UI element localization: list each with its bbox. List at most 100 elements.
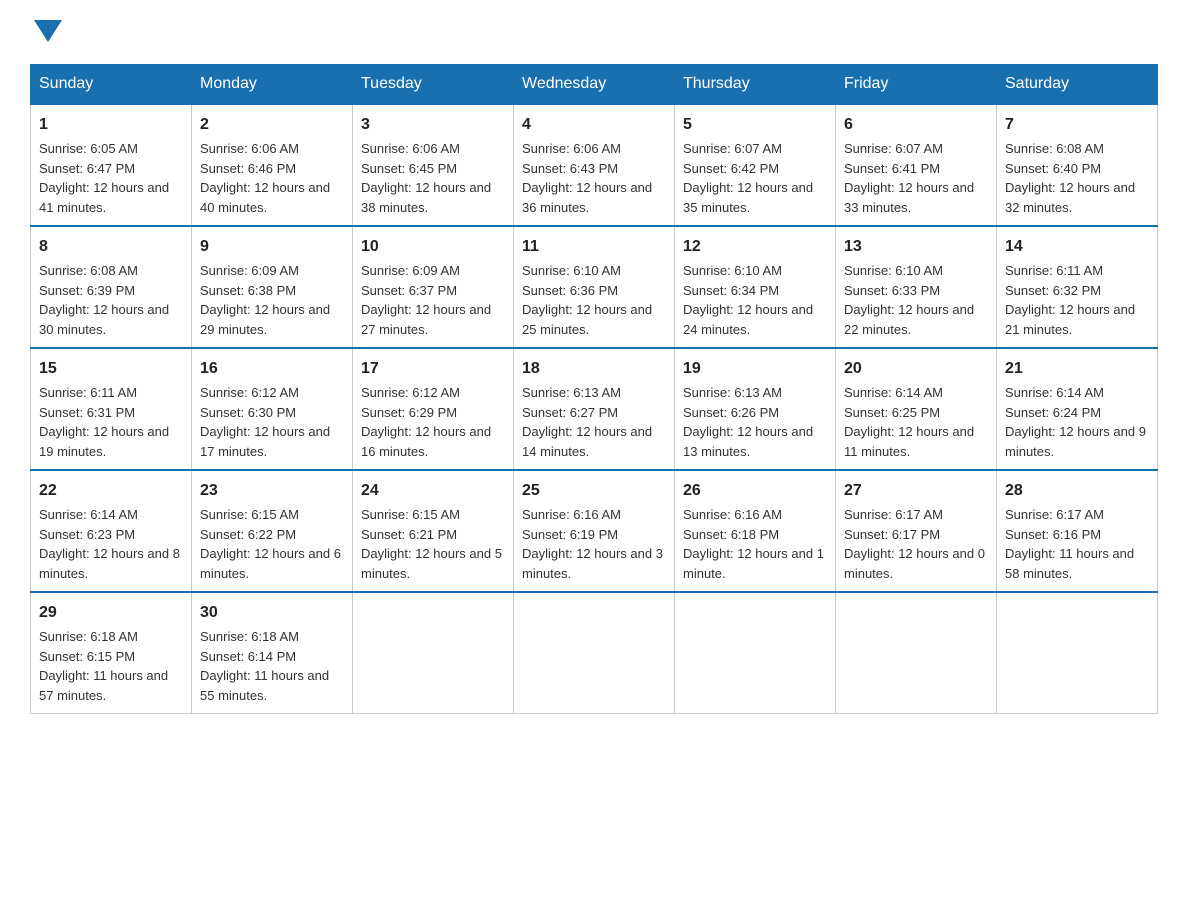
day-number: 5 — [683, 113, 827, 137]
day-number: 30 — [200, 601, 344, 625]
calendar-day-cell — [514, 592, 675, 714]
day-sunset: Sunset: 6:36 PM — [522, 283, 618, 298]
day-sunset: Sunset: 6:40 PM — [1005, 161, 1101, 176]
day-daylight: Daylight: 12 hours and 24 minutes. — [683, 302, 813, 337]
day-number: 6 — [844, 113, 988, 137]
calendar-header-wednesday: Wednesday — [514, 65, 675, 105]
day-number: 16 — [200, 357, 344, 381]
calendar-day-cell: 17 Sunrise: 6:12 AM Sunset: 6:29 PM Dayl… — [353, 348, 514, 470]
day-daylight: Daylight: 12 hours and 8 minutes. — [39, 546, 180, 581]
day-sunset: Sunset: 6:15 PM — [39, 649, 135, 664]
day-sunset: Sunset: 6:46 PM — [200, 161, 296, 176]
day-number: 25 — [522, 479, 666, 503]
day-sunrise: Sunrise: 6:10 AM — [683, 263, 782, 278]
calendar-day-cell: 3 Sunrise: 6:06 AM Sunset: 6:45 PM Dayli… — [353, 104, 514, 226]
day-sunset: Sunset: 6:17 PM — [844, 527, 940, 542]
day-daylight: Daylight: 11 hours and 57 minutes. — [39, 668, 168, 703]
day-daylight: Daylight: 12 hours and 3 minutes. — [522, 546, 663, 581]
day-number: 29 — [39, 601, 183, 625]
day-sunrise: Sunrise: 6:13 AM — [522, 385, 621, 400]
calendar-day-cell: 5 Sunrise: 6:07 AM Sunset: 6:42 PM Dayli… — [675, 104, 836, 226]
logo-triangle-icon — [34, 20, 62, 42]
day-sunrise: Sunrise: 6:05 AM — [39, 141, 138, 156]
calendar-day-cell: 6 Sunrise: 6:07 AM Sunset: 6:41 PM Dayli… — [836, 104, 997, 226]
calendar-day-cell: 22 Sunrise: 6:14 AM Sunset: 6:23 PM Dayl… — [31, 470, 192, 592]
day-sunset: Sunset: 6:42 PM — [683, 161, 779, 176]
day-number: 7 — [1005, 113, 1149, 137]
calendar-header-monday: Monday — [192, 65, 353, 105]
day-daylight: Daylight: 12 hours and 1 minute. — [683, 546, 824, 581]
day-number: 27 — [844, 479, 988, 503]
day-sunset: Sunset: 6:32 PM — [1005, 283, 1101, 298]
day-sunset: Sunset: 6:23 PM — [39, 527, 135, 542]
page-header — [30, 20, 1158, 44]
calendar-day-cell: 23 Sunrise: 6:15 AM Sunset: 6:22 PM Dayl… — [192, 470, 353, 592]
day-sunrise: Sunrise: 6:10 AM — [844, 263, 943, 278]
day-daylight: Daylight: 12 hours and 6 minutes. — [200, 546, 341, 581]
day-number: 1 — [39, 113, 183, 137]
day-sunset: Sunset: 6:37 PM — [361, 283, 457, 298]
calendar-day-cell: 27 Sunrise: 6:17 AM Sunset: 6:17 PM Dayl… — [836, 470, 997, 592]
day-sunrise: Sunrise: 6:16 AM — [522, 507, 621, 522]
day-daylight: Daylight: 12 hours and 27 minutes. — [361, 302, 491, 337]
day-daylight: Daylight: 12 hours and 11 minutes. — [844, 424, 974, 459]
calendar-day-cell: 16 Sunrise: 6:12 AM Sunset: 6:30 PM Dayl… — [192, 348, 353, 470]
day-daylight: Daylight: 12 hours and 17 minutes. — [200, 424, 330, 459]
day-number: 2 — [200, 113, 344, 137]
day-daylight: Daylight: 12 hours and 30 minutes. — [39, 302, 169, 337]
day-daylight: Daylight: 12 hours and 29 minutes. — [200, 302, 330, 337]
day-sunset: Sunset: 6:26 PM — [683, 405, 779, 420]
day-number: 28 — [1005, 479, 1149, 503]
day-sunrise: Sunrise: 6:06 AM — [522, 141, 621, 156]
day-number: 24 — [361, 479, 505, 503]
day-sunset: Sunset: 6:33 PM — [844, 283, 940, 298]
day-number: 22 — [39, 479, 183, 503]
day-sunset: Sunset: 6:43 PM — [522, 161, 618, 176]
day-number: 14 — [1005, 235, 1149, 259]
day-sunset: Sunset: 6:19 PM — [522, 527, 618, 542]
calendar-header-tuesday: Tuesday — [353, 65, 514, 105]
day-sunrise: Sunrise: 6:14 AM — [39, 507, 138, 522]
day-number: 11 — [522, 235, 666, 259]
day-sunset: Sunset: 6:38 PM — [200, 283, 296, 298]
day-number: 10 — [361, 235, 505, 259]
day-sunrise: Sunrise: 6:06 AM — [361, 141, 460, 156]
calendar-day-cell: 9 Sunrise: 6:09 AM Sunset: 6:38 PM Dayli… — [192, 226, 353, 348]
day-sunrise: Sunrise: 6:12 AM — [361, 385, 460, 400]
day-daylight: Daylight: 12 hours and 13 minutes. — [683, 424, 813, 459]
day-sunset: Sunset: 6:21 PM — [361, 527, 457, 542]
day-daylight: Daylight: 12 hours and 25 minutes. — [522, 302, 652, 337]
day-sunset: Sunset: 6:34 PM — [683, 283, 779, 298]
calendar-header-thursday: Thursday — [675, 65, 836, 105]
day-daylight: Daylight: 12 hours and 14 minutes. — [522, 424, 652, 459]
day-daylight: Daylight: 11 hours and 58 minutes. — [1005, 546, 1134, 581]
calendar-day-cell: 8 Sunrise: 6:08 AM Sunset: 6:39 PM Dayli… — [31, 226, 192, 348]
day-number: 13 — [844, 235, 988, 259]
calendar-header-saturday: Saturday — [997, 65, 1158, 105]
day-daylight: Daylight: 12 hours and 19 minutes. — [39, 424, 169, 459]
day-daylight: Daylight: 12 hours and 22 minutes. — [844, 302, 974, 337]
calendar-header-sunday: Sunday — [31, 65, 192, 105]
day-daylight: Daylight: 12 hours and 38 minutes. — [361, 180, 491, 215]
day-sunrise: Sunrise: 6:12 AM — [200, 385, 299, 400]
calendar-day-cell — [675, 592, 836, 714]
calendar-day-cell: 21 Sunrise: 6:14 AM Sunset: 6:24 PM Dayl… — [997, 348, 1158, 470]
day-sunset: Sunset: 6:47 PM — [39, 161, 135, 176]
day-sunrise: Sunrise: 6:09 AM — [200, 263, 299, 278]
day-daylight: Daylight: 12 hours and 16 minutes. — [361, 424, 491, 459]
calendar-day-cell — [353, 592, 514, 714]
day-sunrise: Sunrise: 6:15 AM — [200, 507, 299, 522]
day-number: 4 — [522, 113, 666, 137]
logo — [30, 20, 62, 44]
calendar-day-cell: 4 Sunrise: 6:06 AM Sunset: 6:43 PM Dayli… — [514, 104, 675, 226]
calendar-week-row: 15 Sunrise: 6:11 AM Sunset: 6:31 PM Dayl… — [31, 348, 1158, 470]
day-number: 20 — [844, 357, 988, 381]
calendar-day-cell: 29 Sunrise: 6:18 AM Sunset: 6:15 PM Dayl… — [31, 592, 192, 714]
day-sunset: Sunset: 6:27 PM — [522, 405, 618, 420]
calendar-day-cell: 30 Sunrise: 6:18 AM Sunset: 6:14 PM Dayl… — [192, 592, 353, 714]
calendar-day-cell: 10 Sunrise: 6:09 AM Sunset: 6:37 PM Dayl… — [353, 226, 514, 348]
day-daylight: Daylight: 12 hours and 21 minutes. — [1005, 302, 1135, 337]
calendar-day-cell: 24 Sunrise: 6:15 AM Sunset: 6:21 PM Dayl… — [353, 470, 514, 592]
day-daylight: Daylight: 12 hours and 0 minutes. — [844, 546, 985, 581]
day-sunset: Sunset: 6:29 PM — [361, 405, 457, 420]
